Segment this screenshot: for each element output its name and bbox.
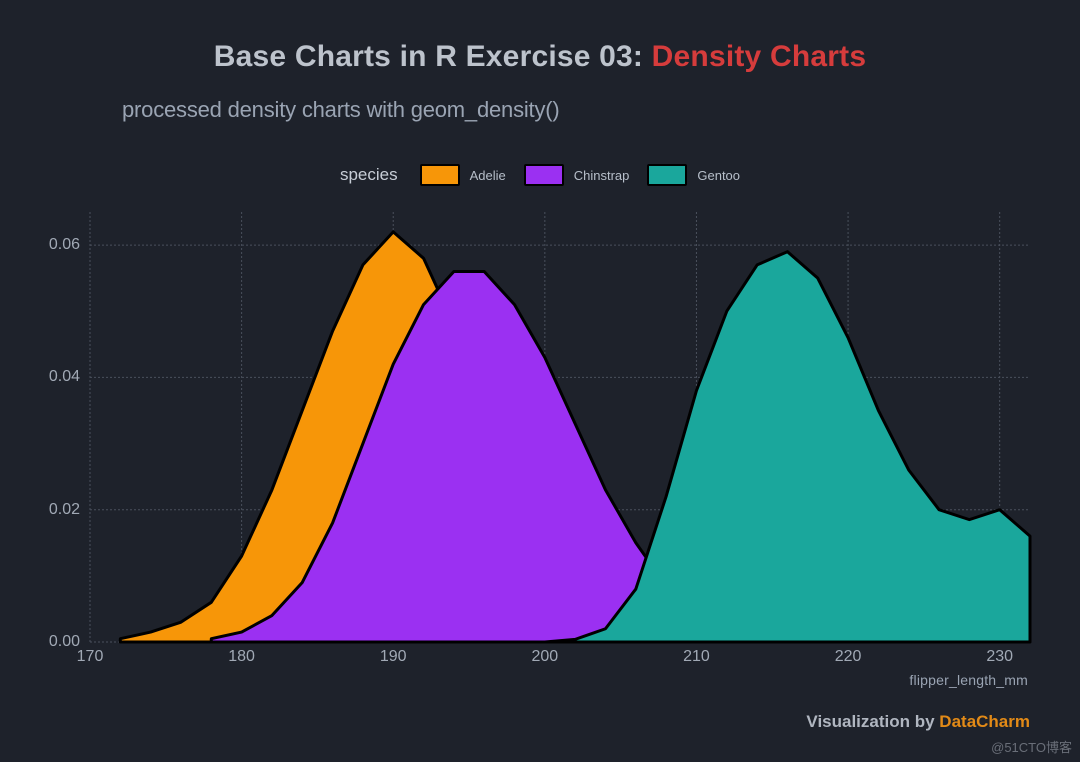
x-tick-label: 210 [683,648,710,666]
legend: species Adelie Chinstrap Gentoo [0,164,1080,186]
x-tick-label: 200 [531,648,558,666]
legend-item-adelie: Adelie [420,164,506,186]
credit-author: DataCharm [939,712,1030,731]
title-part2: Density Charts [652,40,867,73]
legend-item-gentoo: Gentoo [647,164,740,186]
credit-prefix: Visualization by [806,712,939,731]
chart-subtitle: processed density charts with geom_densi… [122,97,560,123]
legend-swatch-chinstrap [524,164,564,186]
legend-item-chinstrap: Chinstrap [524,164,630,186]
watermark: @51CTO博客 [991,737,1072,756]
plot-area: 0.000.020.040.06 170180190200210220230 f… [90,212,1030,642]
x-tick-label: 170 [77,648,104,666]
x-tick-label: 180 [228,648,255,666]
credit-line: Visualization by DataCharm [806,712,1030,732]
density-plot-svg [90,212,1030,642]
legend-label-gentoo: Gentoo [697,168,740,183]
legend-swatch-adelie [420,164,460,186]
y-tick-label: 0.06 [30,236,80,254]
title-part1: Base Charts in R Exercise 03: [214,40,652,73]
legend-label-chinstrap: Chinstrap [574,168,630,183]
legend-label-adelie: Adelie [470,168,506,183]
y-tick-label: 0.02 [30,501,80,519]
legend-swatch-gentoo [647,164,687,186]
x-tick-label: 190 [380,648,407,666]
y-tick-label: 0.04 [30,368,80,386]
x-tick-label: 230 [986,648,1013,666]
legend-title: species [340,165,398,185]
x-tick-label: 220 [835,648,862,666]
chart-title: Base Charts in R Exercise 03: Density Ch… [0,40,1080,74]
x-axis-label: flipper_length_mm [909,672,1028,688]
y-tick-label: 0.00 [30,633,80,651]
